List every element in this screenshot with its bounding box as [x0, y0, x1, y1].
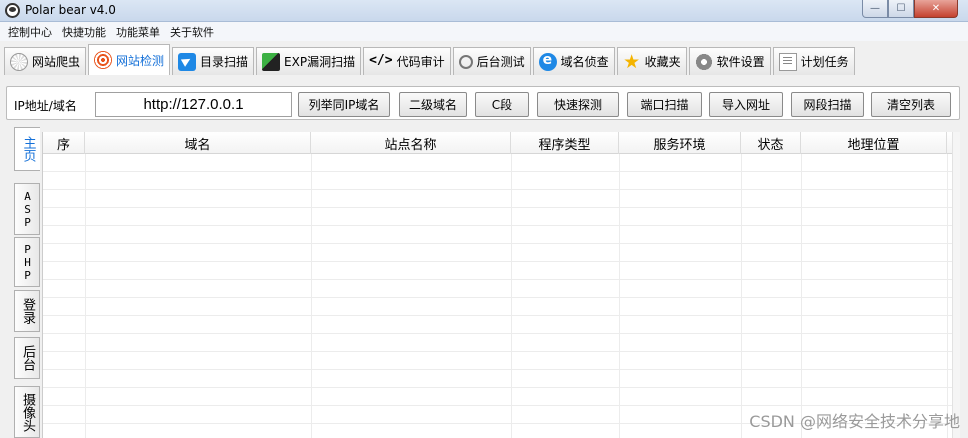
grid-header: 序 域名 站点名称 程序类型 服务环境 状态 地理位置 — [43, 132, 952, 154]
tab-label: EXP漏洞扫描 — [284, 55, 356, 69]
tab-domain-recon[interactable]: 域名侦查 — [532, 47, 615, 75]
port-scan-button[interactable]: 端口扫描 — [627, 92, 702, 117]
side-tab-label: ASP — [21, 189, 34, 229]
tab-exp-scan[interactable]: EXP漏洞扫描 — [256, 47, 362, 75]
table-row[interactable] — [43, 280, 952, 298]
window-controls: — ☐ ✕ — [862, 0, 958, 18]
tab-label: 软件设置 — [716, 55, 765, 69]
column-header-index[interactable]: 序 — [43, 132, 85, 154]
tab-code-audit[interactable]: </> 代码审计 — [363, 47, 451, 75]
ip-domain-input[interactable]: http://127.0.0.1 — [95, 92, 292, 117]
title-bar: Polar bear v4.0 — ☐ ✕ — [0, 0, 968, 22]
range-scan-button[interactable]: 网段扫描 — [791, 92, 864, 117]
side-tab-asp[interactable]: ASP — [14, 183, 40, 235]
tab-label: 网站爬虫 — [32, 55, 81, 69]
ip-domain-label: IP地址/域名 — [14, 99, 77, 113]
tab-dir-scan[interactable]: 目录扫描 — [172, 47, 255, 75]
table-row[interactable] — [43, 316, 952, 334]
menu-about[interactable]: 关于软件 — [170, 24, 214, 40]
exploit-icon — [262, 52, 281, 71]
side-tab-label: PHP — [21, 242, 34, 282]
table-row[interactable] — [43, 208, 952, 226]
tab-label: 计划任务 — [800, 55, 849, 69]
table-row[interactable] — [43, 154, 952, 172]
ie-icon — [538, 52, 557, 71]
menu-bar: 控制中心 快捷功能 功能菜单 关于软件 — [0, 22, 968, 41]
side-tab-label: 后台 — [20, 345, 35, 371]
minimize-button[interactable]: — — [862, 0, 888, 18]
tab-scheduled-tasks[interactable]: 计划任务 — [772, 47, 855, 75]
task-icon — [778, 52, 797, 71]
key-icon — [455, 51, 476, 72]
column-header-domain[interactable]: 域名 — [85, 132, 311, 154]
grid-body — [43, 154, 952, 438]
tab-settings[interactable]: 软件设置 — [688, 47, 771, 75]
table-row[interactable] — [43, 190, 952, 208]
tab-web-crawler[interactable]: 网站爬虫 — [4, 47, 87, 75]
tab-website-detect[interactable]: 网站检测 — [88, 44, 171, 75]
table-row[interactable] — [43, 370, 952, 388]
menu-functions[interactable]: 功能菜单 — [116, 24, 160, 40]
menu-shortcuts[interactable]: 快捷功能 — [62, 24, 106, 40]
table-row[interactable] — [43, 388, 952, 406]
tab-label: 后台测试 — [476, 55, 525, 69]
tab-label: 收藏夹 — [644, 55, 681, 69]
side-tab-admin[interactable]: 后台 — [14, 337, 40, 379]
send-icon — [178, 52, 197, 71]
tab-label: 域名侦查 — [560, 55, 609, 69]
side-tab-strip: 主页 ASP PHP 登录 后台 摄像头 — [14, 127, 42, 438]
table-row[interactable] — [43, 244, 952, 262]
tab-admin-test[interactable]: 后台测试 — [452, 47, 531, 75]
table-row[interactable] — [43, 352, 952, 370]
column-header-status[interactable]: 状态 — [741, 132, 801, 154]
star-icon: ★ — [623, 50, 641, 73]
side-tab-label: 主页 — [20, 136, 36, 162]
polar-bear-app-icon — [5, 3, 20, 18]
target-icon — [94, 51, 113, 69]
column-header-geo-location[interactable]: 地理位置 — [801, 132, 947, 154]
subdomain-button[interactable]: 二级域名 — [399, 92, 467, 117]
side-tab-label: 摄像头 — [20, 392, 35, 432]
table-row[interactable] — [43, 334, 952, 352]
table-row[interactable] — [43, 172, 952, 190]
import-urls-button[interactable]: 导入网址 — [709, 92, 783, 117]
tab-label: 网站检测 — [116, 53, 165, 68]
table-row[interactable] — [43, 298, 952, 316]
code-icon: </> — [369, 52, 393, 68]
maximize-button[interactable]: ☐ — [888, 0, 914, 18]
window-title: Polar bear v4.0 — [25, 3, 116, 17]
c-segment-button[interactable]: C段 — [475, 92, 529, 117]
menu-control-center[interactable]: 控制中心 — [8, 24, 52, 40]
grid-scrollbar[interactable] — [952, 132, 960, 438]
column-header-program-type[interactable]: 程序类型 — [511, 132, 619, 154]
side-tab-php[interactable]: PHP — [14, 237, 40, 287]
gear-icon — [694, 52, 713, 71]
close-button[interactable]: ✕ — [914, 0, 958, 18]
spider-web-icon — [10, 52, 28, 71]
clear-list-button[interactable]: 清空列表 — [871, 92, 951, 117]
table-row[interactable] — [43, 226, 952, 244]
same-ip-domains-button[interactable]: 列举同IP域名 — [298, 92, 390, 117]
results-grid[interactable]: 序 域名 站点名称 程序类型 服务环境 状态 地理位置 — [42, 132, 952, 438]
side-tab-home[interactable]: 主页 — [14, 127, 40, 171]
watermark-text: CSDN @网络安全技术分享地 — [749, 412, 960, 431]
side-tab-login[interactable]: 登录 — [14, 290, 40, 332]
side-tab-label: 登录 — [20, 298, 35, 324]
column-header-server-env[interactable]: 服务环境 — [619, 132, 741, 154]
column-header-site-name[interactable]: 站点名称 — [311, 132, 511, 154]
quick-probe-button[interactable]: 快速探测 — [537, 92, 619, 117]
side-tab-camera[interactable]: 摄像头 — [14, 386, 40, 438]
tab-label: 代码审计 — [396, 55, 445, 69]
tab-label: 目录扫描 — [200, 55, 249, 69]
tab-favorites[interactable]: ★ 收藏夹 — [616, 47, 687, 75]
main-tab-bar: 网站爬虫 网站检测 目录扫描 EXP漏洞扫描 </> 代码审计 后台测试 域名侦… — [0, 43, 968, 75]
table-row[interactable] — [43, 262, 952, 280]
